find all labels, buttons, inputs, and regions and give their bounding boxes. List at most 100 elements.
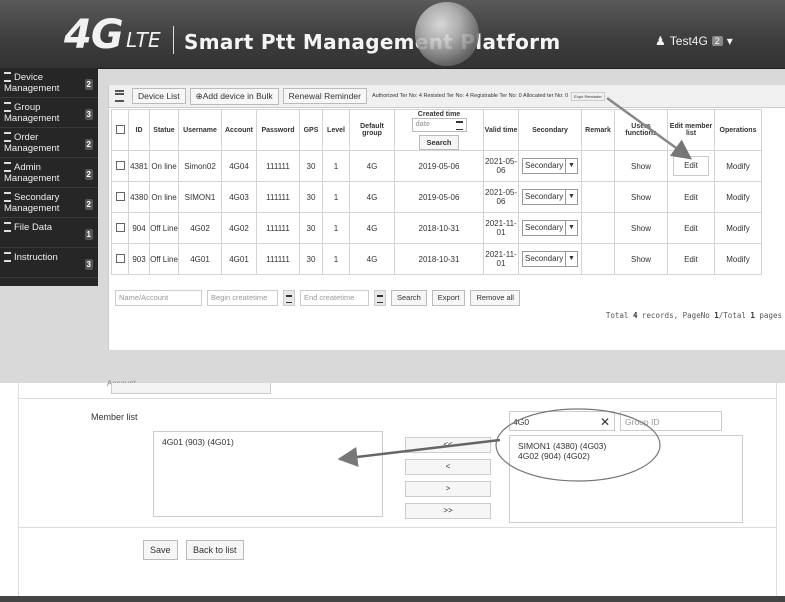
sidebar-item-order-management[interactable]: Order Management 2 — [0, 128, 98, 158]
device-table: ID Statue Username Account Password GPS … — [111, 109, 762, 275]
back-to-list-button[interactable]: Back to list — [186, 540, 244, 560]
cell-gps: 30 — [299, 181, 323, 213]
pager-suffix: pages — [759, 311, 782, 320]
show-functions-link[interactable]: Show — [614, 212, 668, 244]
sidebar-item-group-management[interactable]: Group Management 3 — [0, 98, 98, 128]
row-checkbox[interactable] — [111, 212, 129, 244]
user-menu[interactable]: ♟ Test4G 2 ▾ — [655, 34, 733, 48]
checkbox[interactable] — [115, 222, 125, 232]
end-createtime-input[interactable]: End createtime — [300, 290, 369, 306]
edit-member-button[interactable]: Edit — [673, 156, 709, 176]
calendar-icon[interactable] — [283, 290, 295, 306]
pagination-info: Total 4 records, PageNo 1/Total 1 pages — [606, 311, 782, 320]
remove-all-button[interactable]: Remove all — [470, 290, 520, 306]
checkbox[interactable] — [115, 191, 125, 201]
cell-group: 4G — [349, 212, 395, 244]
sidebar-badge: 3 — [84, 259, 93, 270]
save-button[interactable]: Save — [143, 540, 178, 560]
chevron-down-icon: ▼ — [565, 159, 577, 173]
sidebar-item-file-data[interactable]: File Data 1 — [0, 218, 98, 248]
table-row: 903 Off Line 4G01 4G01 111111 30 1 4G 20… — [111, 243, 762, 275]
move-all-left-button[interactable]: << — [405, 437, 491, 453]
expiry-reminder-button[interactable]: Expir Reminder — [571, 91, 605, 101]
edit-member-link[interactable]: Edit — [667, 212, 715, 244]
col-account: Account — [221, 109, 257, 151]
edit-member-link[interactable]: Edit — [667, 181, 715, 213]
cell-valid: 2021-05-06 — [483, 181, 519, 213]
move-left-button[interactable]: < — [405, 459, 491, 475]
cell-id: 904 — [128, 212, 150, 244]
calendar-icon[interactable] — [374, 290, 386, 306]
date-placeholder: date — [415, 120, 430, 128]
list-icon[interactable] — [115, 90, 124, 102]
sidebar-badge: 1 — [84, 229, 93, 240]
user-badge: 2 — [711, 36, 723, 46]
group-id-input[interactable]: Group ID — [620, 411, 722, 431]
checkbox[interactable] — [115, 160, 125, 170]
cell-group: 4G — [349, 181, 395, 213]
device-list-tab[interactable]: Device List — [132, 88, 186, 104]
checkbox[interactable] — [115, 253, 125, 263]
menu-icon — [4, 192, 11, 203]
sidebar-item-label: Group Management — [4, 102, 60, 124]
secondary-value: Secondary — [525, 254, 564, 263]
secondary-select[interactable]: Secondary ▼ — [522, 189, 578, 205]
created-time-label: Created time — [417, 110, 461, 118]
col-remark: Remark — [581, 109, 615, 151]
date-search-button[interactable]: Search — [419, 134, 459, 150]
date-filter-input[interactable]: date — [411, 117, 467, 132]
clear-icon[interactable]: ✕ — [600, 412, 610, 432]
add-bulk-button[interactable]: ⊕Add device in Bulk — [189, 87, 279, 105]
move-right-button[interactable]: > — [405, 481, 491, 497]
show-functions-link[interactable]: Show — [614, 181, 668, 213]
cell-statue: Off Line — [149, 243, 179, 275]
pager-prefix: Total — [605, 311, 629, 320]
sidebar-item-secondary-management[interactable]: Secondary Management 2 — [0, 188, 98, 218]
current-members-list[interactable]: 4G01 (903) (4G01) — [153, 431, 383, 517]
checkbox[interactable] — [115, 124, 125, 134]
search-button[interactable]: Search — [391, 290, 427, 306]
list-item[interactable]: 4G01 (903) (4G01) — [162, 437, 374, 447]
sidebar-item-admin-management[interactable]: Admin Management 2 — [0, 158, 98, 188]
name-account-input[interactable]: Name/Account — [115, 290, 202, 306]
pager-mid: records, PageNo — [642, 311, 710, 320]
footer-bar — [0, 596, 785, 602]
modify-link[interactable]: Modify — [714, 150, 762, 182]
cell-remark — [581, 212, 615, 244]
modify-link[interactable]: Modify — [714, 181, 762, 213]
show-functions-link[interactable]: Show — [614, 243, 668, 275]
cell-valid: 2021-11-01 — [483, 243, 519, 275]
col-operations: Operations — [714, 109, 762, 151]
chevron-down-icon: ▼ — [565, 221, 577, 235]
secondary-select[interactable]: Secondary ▼ — [522, 158, 578, 174]
cell-secondary: Secondary ▼ — [518, 243, 582, 275]
cell-password: 111111 — [256, 243, 300, 275]
row-checkbox[interactable] — [111, 243, 129, 275]
row-checkbox[interactable] — [111, 181, 129, 213]
begin-createtime-input[interactable]: Begin createtime — [207, 290, 278, 306]
export-button[interactable]: Export — [431, 290, 466, 306]
cell-username: 4G02 — [178, 212, 222, 244]
menu-icon — [4, 162, 11, 173]
modify-link[interactable]: Modify — [714, 243, 762, 275]
header-bar: 4G LTE Smart Ptt Management Platform ♟ T… — [0, 0, 785, 69]
cell-secondary: Secondary ▼ — [518, 181, 582, 213]
member-search-input[interactable]: 4G0 ✕ — [509, 411, 615, 431]
select-all-checkbox[interactable] — [111, 109, 129, 151]
secondary-select[interactable]: Secondary ▼ — [522, 251, 578, 267]
sidebar-item-instruction[interactable]: Instruction 3 — [0, 248, 98, 278]
modify-link[interactable]: Modify — [714, 212, 762, 244]
move-all-right-button[interactable]: >> — [405, 503, 491, 519]
cell-level: 1 — [322, 243, 350, 275]
edit-member-link[interactable]: Edit — [667, 243, 715, 275]
col-edit-member-list: Edit member list — [667, 109, 715, 151]
available-members-list[interactable]: SIMON1 (4380) (4G03) 4G02 (904) (4G02) — [509, 435, 743, 523]
list-item[interactable]: 4G02 (904) (4G02) — [518, 451, 734, 461]
secondary-select[interactable]: Secondary ▼ — [522, 220, 578, 236]
sidebar-item-device-management[interactable]: Device Management 2 — [0, 68, 98, 98]
list-item[interactable]: SIMON1 (4380) (4G03) — [518, 441, 734, 451]
show-functions-link[interactable]: Show — [614, 150, 668, 182]
row-checkbox[interactable] — [111, 150, 129, 182]
col-default-group: Default group — [349, 109, 395, 151]
renewal-reminder-button[interactable]: Renewal Reminder — [282, 88, 367, 104]
